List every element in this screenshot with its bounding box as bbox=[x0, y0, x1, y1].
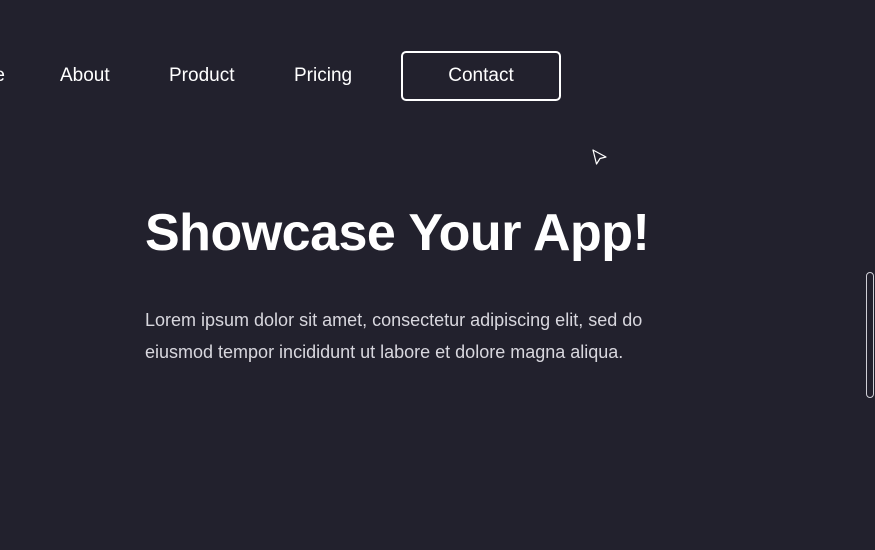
landing-page: e About Product Pricing Contact Showcase… bbox=[0, 0, 875, 550]
nav-link-product[interactable]: Product bbox=[169, 51, 234, 101]
mouse-pointer-icon bbox=[592, 149, 607, 165]
hero-title: Showcase Your App! bbox=[145, 204, 650, 262]
hero-description: Lorem ipsum dolor sit amet, consectetur … bbox=[145, 310, 643, 362]
nav-link-about[interactable]: About bbox=[60, 51, 110, 101]
contact-button[interactable]: Contact bbox=[401, 51, 561, 101]
nav-link-home[interactable]: e bbox=[0, 51, 5, 101]
main-nav: e About Product Pricing Contact bbox=[0, 51, 600, 101]
nav-link-pricing[interactable]: Pricing bbox=[294, 51, 352, 101]
scrollbar-thumb[interactable] bbox=[866, 272, 874, 398]
